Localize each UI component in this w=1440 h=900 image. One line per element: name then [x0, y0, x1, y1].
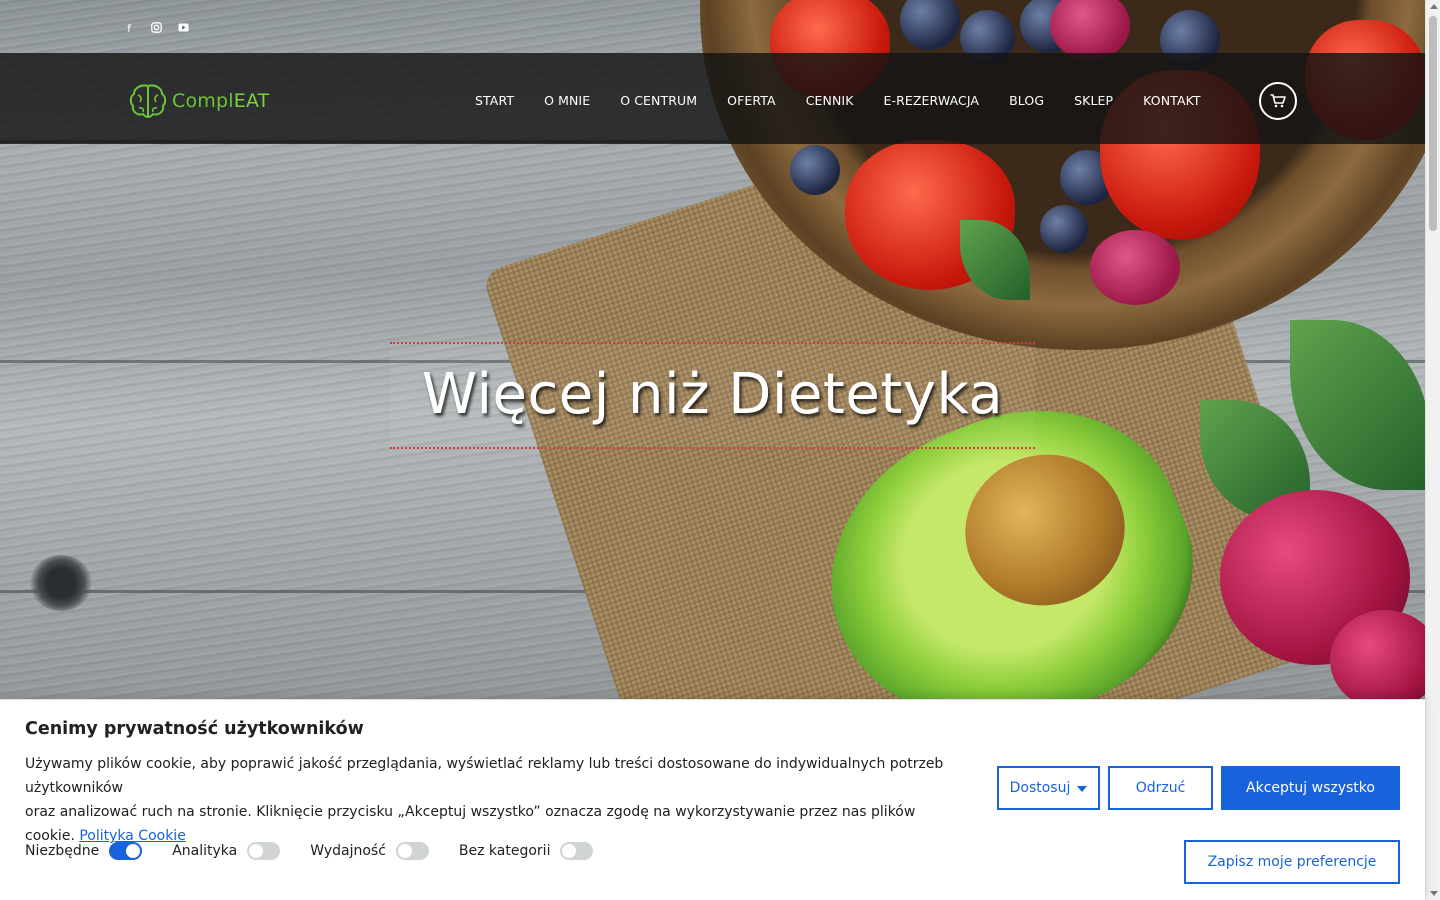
youtube-icon[interactable] — [176, 22, 190, 36]
logo-text-suffix: EAT — [233, 90, 270, 112]
cookie-banner: Cenimy prywatność użytkowników Używamy p… — [0, 699, 1425, 900]
facebook-icon[interactable]: f — [122, 22, 136, 36]
toggle-switch-analytics[interactable] — [247, 842, 281, 860]
cookie-description-line: oraz analizować ruch na stronie. Kliknię… — [25, 804, 916, 820]
scroll-down-arrow-icon[interactable] — [1430, 891, 1438, 896]
nav-start[interactable]: START — [475, 93, 514, 108]
cookie-description-line: Używamy plików cookie, aby poprawić jako… — [25, 756, 944, 796]
instagram-icon[interactable] — [149, 22, 163, 36]
nav-o-mnie[interactable]: O MNIE — [544, 93, 590, 108]
nav-cennik[interactable]: CENNIK — [806, 93, 854, 108]
toggle-knob — [397, 844, 412, 858]
scrollbar-thumb[interactable] — [1429, 16, 1437, 231]
site-header: ComplEAT START O MNIE O CENTRUM OFERTA C… — [0, 53, 1425, 144]
wood-knot — [30, 555, 92, 611]
radish — [1330, 610, 1425, 710]
nav-o-centrum[interactable]: O CENTRUM — [620, 93, 697, 108]
brain-icon — [129, 84, 167, 119]
blueberry — [1040, 205, 1088, 253]
scroll-up-arrow-icon[interactable] — [1430, 4, 1438, 9]
toggle-analytics: Analityka — [172, 842, 281, 860]
logo-text: ComplEAT — [172, 90, 269, 112]
customize-label: Dostosuj — [1009, 780, 1071, 796]
page-scrollbar[interactable] — [1425, 0, 1440, 900]
toggle-label: Niezbędne — [25, 843, 100, 859]
logo-text-prefix: Compl — [172, 90, 234, 112]
accept-all-button[interactable]: Akceptuj wszystko — [1221, 766, 1400, 810]
cookie-description: Używamy plików cookie, aby poprawić jako… — [25, 752, 980, 848]
toggle-necessary: Niezbędne — [25, 842, 143, 860]
nav-blog[interactable]: BLOG — [1009, 93, 1044, 108]
toggle-label: Analityka — [172, 843, 238, 859]
toggle-knob — [249, 844, 264, 858]
save-preferences-button[interactable]: Zapisz moje preferencje — [1184, 840, 1400, 884]
customize-button[interactable]: Dostosuj — [997, 766, 1100, 810]
caret-down-icon — [1077, 786, 1088, 792]
toggle-switch-uncategorized[interactable] — [560, 842, 594, 860]
raspberry — [1090, 230, 1180, 305]
cookie-title: Cenimy prywatność użytkowników — [25, 719, 364, 739]
toggle-switch-performance[interactable] — [395, 842, 429, 860]
nav-kontakt[interactable]: KONTAKT — [1143, 93, 1200, 108]
cart-button[interactable] — [1259, 82, 1297, 120]
hero-title: Więcej niż Dietetyka — [421, 362, 1004, 427]
social-links: f — [122, 22, 190, 36]
cookie-category-toggles: Niezbędne Analityka Wydajność Bez katego… — [25, 842, 623, 860]
toggle-uncategorized: Bez kategorii — [459, 842, 594, 860]
nav-sklep[interactable]: SKLEP — [1074, 93, 1113, 108]
toggle-performance: Wydajność — [310, 842, 429, 860]
blueberry — [790, 145, 840, 195]
toggle-knob — [126, 844, 141, 858]
nav-oferta[interactable]: OFERTA — [727, 93, 776, 108]
toggle-switch-necessary[interactable] — [109, 842, 143, 860]
cart-icon — [1270, 94, 1286, 108]
reject-button[interactable]: Odrzuć — [1108, 766, 1213, 810]
leaf — [1290, 320, 1425, 490]
main-nav: START O MNIE O CENTRUM OFERTA CENNIK E-R… — [475, 93, 1231, 108]
nav-e-rezerwacja[interactable]: E-REZERWACJA — [884, 93, 980, 108]
site-logo[interactable]: ComplEAT — [128, 83, 269, 119]
toggle-knob — [562, 844, 577, 858]
toggle-label: Wydajność — [310, 843, 386, 859]
toggle-label: Bez kategorii — [458, 843, 551, 859]
hero-title-box: Więcej niż Dietetyka — [390, 342, 1035, 449]
